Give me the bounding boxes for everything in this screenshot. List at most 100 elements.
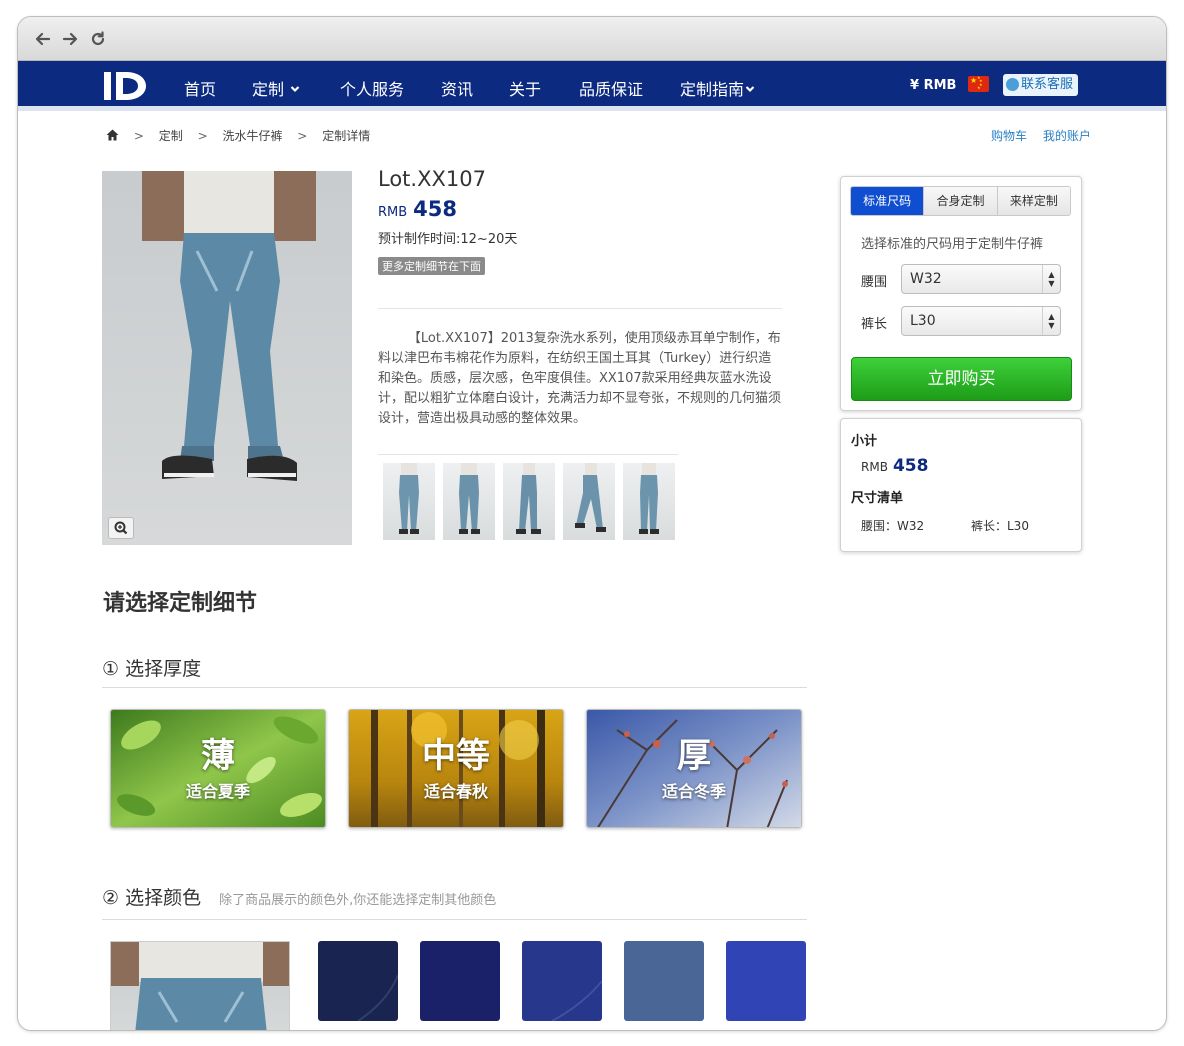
color-swatch[interactable] [624,941,704,1021]
length-value: L30 [910,313,936,329]
contact-service-label: 联系客服 [1021,77,1074,92]
swatch-fill [318,941,398,1021]
step-thickness-title: ① 选择厚度 [102,658,202,680]
cart-link[interactable]: 购物车 [991,129,1027,143]
account-links: 购物车 我的账户 [979,127,1091,144]
purchase-panel: 标准尺码 合身定制 来样定制 选择标准的尺码用于定制牛仔裤 腰围 W32 ▲ ▼ … [840,176,1082,411]
thickness-name: 中等 [422,736,490,776]
color-swatch[interactable] [420,941,500,1021]
chevron-down-icon [290,79,300,93]
divider [102,687,807,688]
customize-section-title: 请选择定制细节 [103,591,258,616]
nav-guide[interactable]: 定制指南 [680,76,755,100]
product-thumbnail[interactable] [443,463,495,540]
nav-personal-service-label: 个人服务 [340,80,405,99]
thickness-option-thick[interactable]: 厚 适合冬季 [586,709,802,828]
waist-label: 腰围 [861,275,888,290]
subtotal-label: 小计 [851,434,878,449]
nav-quality-label: 品质保证 [579,80,644,99]
color-swatch[interactable] [318,941,398,1021]
product-thumbnail[interactable] [503,463,555,540]
buy-now-button[interactable]: 立即购买 [851,357,1072,401]
waist-select[interactable]: W32 ▲ ▼ [901,264,1061,294]
thickness-name: 厚 [677,736,711,776]
size-description: 选择标准的尺码用于定制牛仔裤 [861,237,1044,252]
color-swatch[interactable] [522,941,602,1021]
nav-home[interactable]: 首页 [184,76,216,100]
waist-value: W32 [910,271,942,287]
nav-quality[interactable]: 品质保证 [579,76,643,100]
size-list-label: 尺寸清单 [851,491,904,506]
chat-bubble-icon [1006,78,1019,91]
zoom-in-icon [109,521,133,542]
product-thumbnail[interactable] [623,463,675,540]
breadcrumb: > 定制 > 洗水牛仔裤 > 定制详情 [106,127,370,144]
select-arrows-icon: ▲ ▼ [1042,265,1060,293]
nav-home-label: 首页 [184,80,217,99]
nav-about[interactable]: 关于 [509,76,541,100]
divider [378,308,782,309]
color-product-photo[interactable] [110,941,290,1030]
nav-news-label: 资讯 [441,80,474,99]
china-flag-icon[interactable]: ★ ★ ★ ★ ★ [968,76,989,92]
thickness-name: 薄 [201,736,235,776]
step-color-title: ② 选择颜色 除了商品展示的颜色外,你还能选择定制其他颜色 [102,883,496,910]
summary-length: 裤长：L30 [971,519,1029,533]
nav-guide-label: 定制指南 [680,80,745,99]
length-label: 裤长 [861,317,888,332]
nav-news[interactable]: 资讯 [441,76,473,100]
thickness-season: 适合夏季 [185,782,250,801]
breadcrumb-separator: > [297,129,308,143]
product-title: Lot.XX107 [378,167,486,191]
back-arrow-icon[interactable] [34,30,52,48]
nav-about-label: 关于 [509,80,542,99]
product-description: 【Lot.XX107】2013复杂洗水系列，使用顶级赤耳单宁制作，布料以津巴布韦… [378,331,782,426]
site-navbar: 首页 定制 个人服务 资讯 关于 品质保证 定制指南 ¥ RMB ★ ★ ★ ★… [18,61,1166,111]
step-color-subtitle: 除了商品展示的颜色外,你还能选择定制其他颜色 [219,893,497,908]
order-summary: 小计 RMB 458 尺寸清单 腰围：W32 裤长：L30 [840,418,1082,552]
more-details-badge[interactable]: 更多定制细节在下面 [378,257,485,275]
thickness-season: 适合春秋 [423,782,488,801]
product-thumbnail[interactable] [383,463,435,540]
currency-selector[interactable]: ¥ RMB [910,78,956,93]
length-select[interactable]: L30 ▲ ▼ [901,306,1061,336]
divider [102,919,807,920]
tab-standard-size[interactable]: 标准尺码 [851,187,925,215]
nav-customize[interactable]: 定制 [252,76,300,100]
step-color-label: ② 选择颜色 [102,887,202,909]
thickness-season: 适合冬季 [661,782,726,801]
subtotal-price: RMB 458 [861,456,928,476]
subtotal-currency: RMB [861,460,888,474]
product-thumbnail[interactable] [563,463,615,540]
my-account-link[interactable]: 我的账户 [1043,129,1091,143]
breadcrumb-separator: > [197,129,208,143]
thickness-option-thin[interactable]: 薄 适合夏季 [110,709,326,828]
browser-window: 首页 定制 个人服务 资讯 关于 品质保证 定制指南 ¥ RMB ★ ★ ★ ★… [17,16,1167,1031]
breadcrumb-washed-jeans[interactable]: 洗水牛仔裤 [222,129,282,143]
divider [378,454,678,455]
select-arrows-icon: ▲ ▼ [1042,307,1060,335]
brand-logo[interactable] [104,70,152,102]
home-icon[interactable] [106,129,119,141]
browser-toolbar [18,17,1166,61]
tab-sample-custom[interactable]: 来样定制 [997,187,1070,215]
swatch-fill [726,941,806,1021]
lead-time: 预计制作时间:12~20天 [378,232,518,247]
contact-service-button[interactable]: 联系客服 [1003,74,1078,96]
nav-personal-service[interactable]: 个人服务 [340,76,404,100]
subtotal-value: 458 [892,456,929,476]
breadcrumb-customize[interactable]: 定制 [159,129,183,143]
swatch-fill [624,941,704,1021]
summary-waist: 腰围：W32 [861,519,925,533]
product-price: RMB 458 [378,197,782,221]
tab-fit-custom[interactable]: 合身定制 [924,187,998,215]
forward-arrow-icon[interactable] [61,30,79,48]
breadcrumb-separator: > [133,129,144,143]
product-info: Lot.XX107 RMB 458 预计制作时间:12~20天 更多定制细节在下面 [378,167,782,275]
reload-icon[interactable] [89,30,107,48]
swatch-fill [420,941,500,1021]
color-swatch[interactable] [726,941,806,1021]
zoom-button[interactable] [108,517,134,539]
thickness-option-medium[interactable]: 中等 适合春秋 [348,709,564,828]
breadcrumb-custom-detail: 定制详情 [322,129,371,143]
